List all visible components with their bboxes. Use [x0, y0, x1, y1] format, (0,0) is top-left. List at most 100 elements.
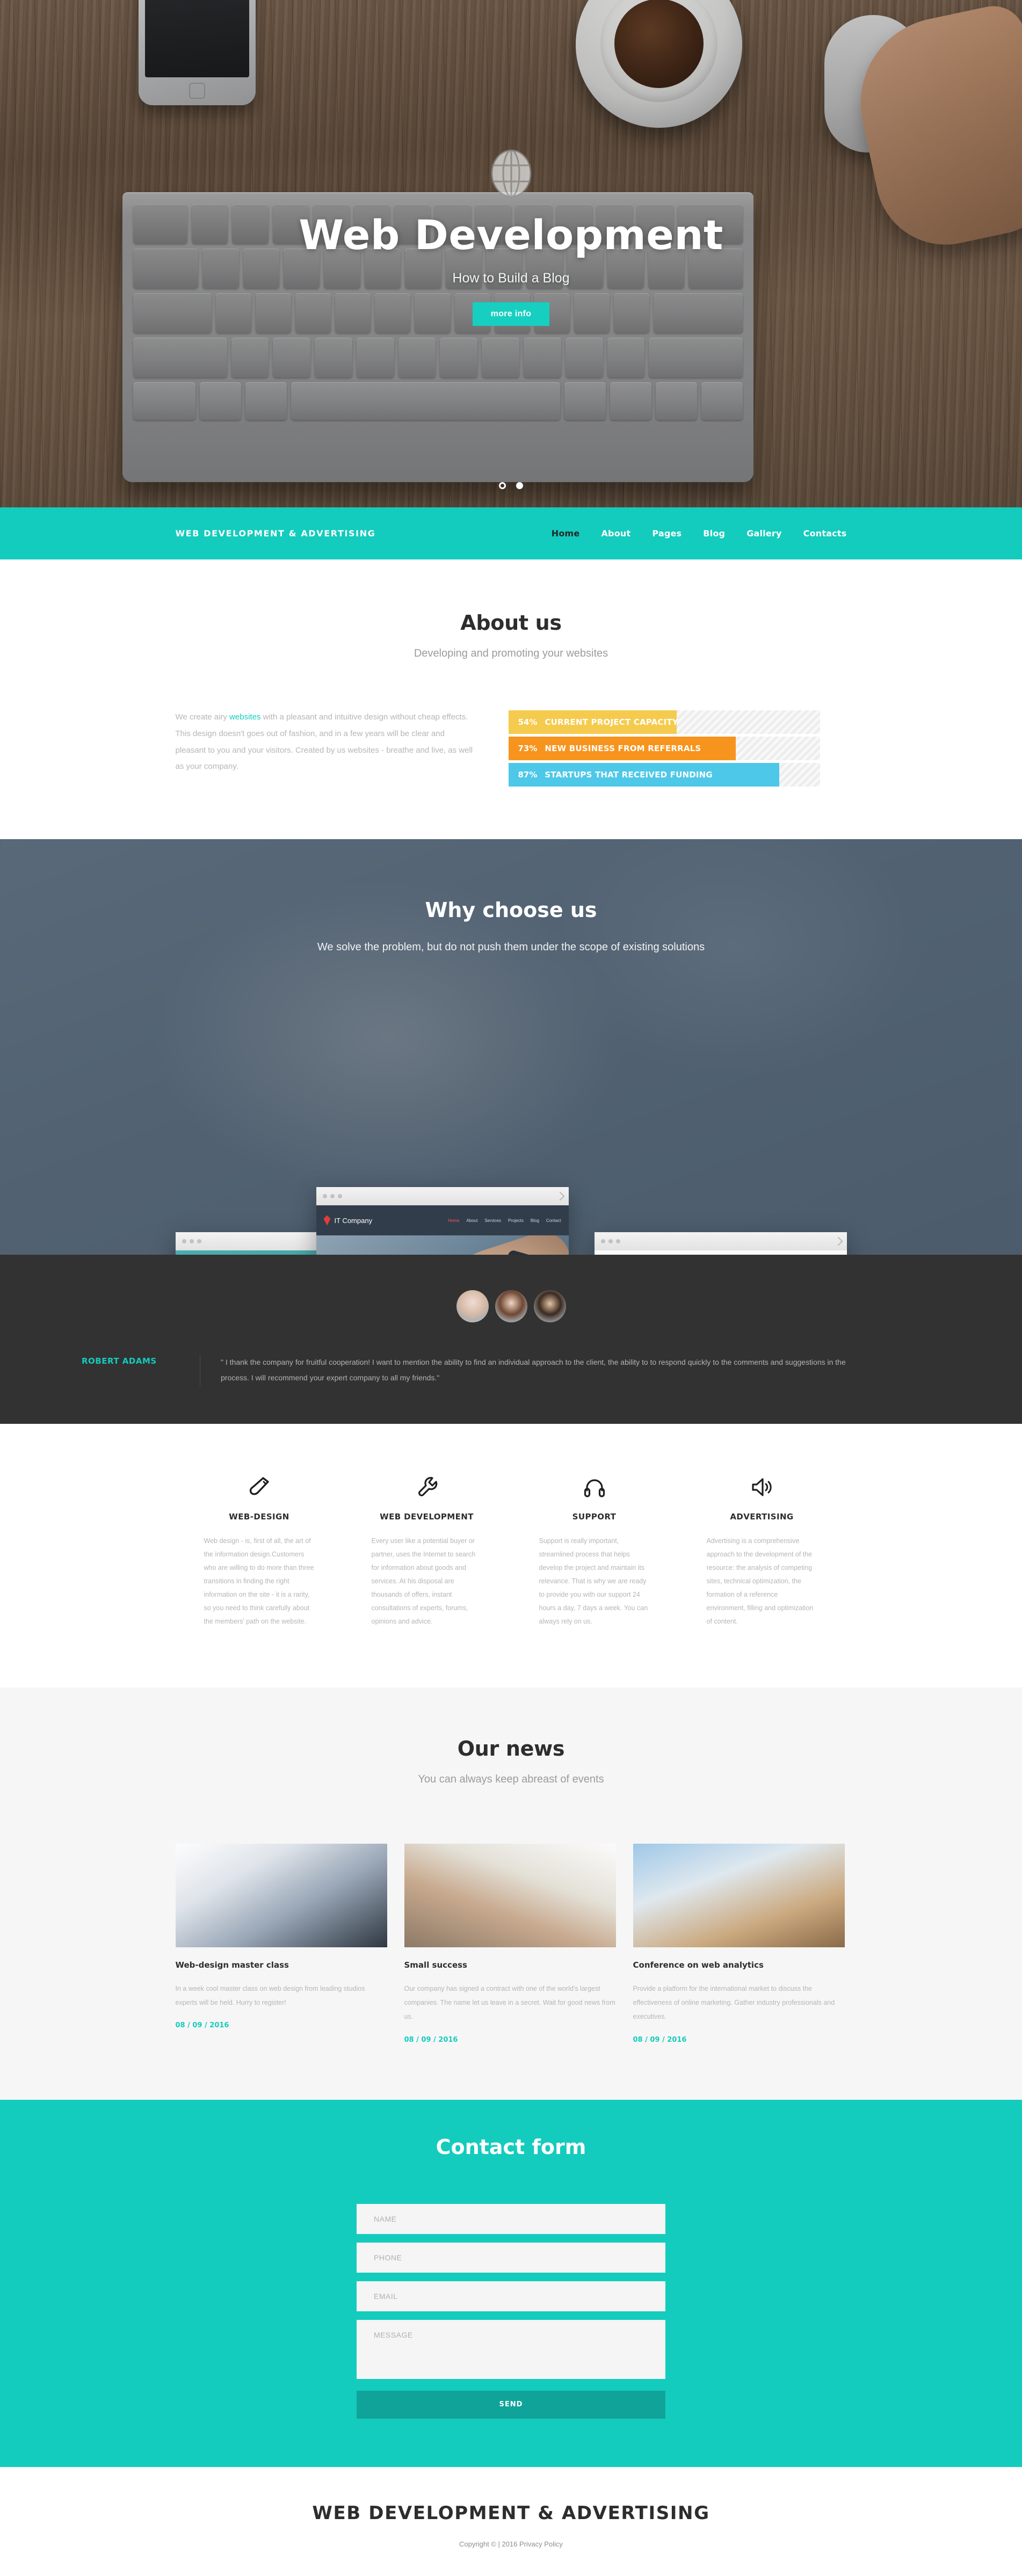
paint-brush-icon	[176, 1462, 343, 1512]
news-card-title[interactable]: Small success	[404, 1960, 616, 1970]
why-head: Why choose us We solve the problem, but …	[0, 839, 1022, 954]
nav-item-blog[interactable]: Blog	[703, 528, 725, 539]
service-title: WEB DEVELOPMENT	[380, 1511, 474, 1522]
testimonial-text: " I thank the company for fruitful coope…	[200, 1355, 855, 1386]
speaker-icon	[678, 1462, 846, 1512]
news-grid: Web-design master class In a week cool m…	[175, 1843, 847, 2044]
copyright-text: Copyright © | 2016	[459, 2539, 520, 2548]
hero-title: Web Development	[299, 211, 723, 259]
mockup-menu-home[interactable]: Home	[448, 1218, 459, 1223]
news-card-text: Our company has signed a contract with o…	[404, 1984, 615, 2021]
nav-item-about[interactable]: About	[601, 528, 630, 539]
mockup-center-logo: IT Company	[323, 1215, 372, 1226]
progress-bar-referrals: 73% NEW BUSINESS FROM REFERRALS	[508, 737, 820, 760]
nav-item-contacts[interactable]: Contacts	[803, 528, 847, 539]
news-card[interactable]: Web-design master class In a week cool m…	[175, 1843, 387, 2044]
privacy-policy-link[interactable]: Privacy Policy	[519, 2540, 563, 2548]
slider-dot-1[interactable]	[499, 482, 506, 489]
slider-dot-2[interactable]	[516, 482, 523, 489]
browser-titlebar	[594, 1232, 847, 1250]
contact-title: Contact form	[436, 2135, 586, 2159]
about-paragraph: We create airy websites with a pleasant …	[176, 709, 476, 787]
mockup-menu-contact[interactable]: Contact	[546, 1218, 561, 1223]
testimonial-avatars	[0, 1290, 1022, 1322]
nav-item-pages[interactable]: Pages	[652, 528, 682, 539]
more-info-button[interactable]: more info	[472, 302, 550, 326]
browser-titlebar	[316, 1187, 569, 1205]
testimonial-quote-row: ROBERT ADAMS " I thank the company for f…	[0, 1355, 1022, 1386]
nav-item-gallery[interactable]: Gallery	[746, 528, 781, 539]
service-card-support[interactable]: SUPPORT Support is really important, str…	[511, 1462, 678, 1628]
service-title: WEB-DESIGN	[229, 1511, 289, 1522]
about-grid: We create airy websites with a pleasant …	[176, 709, 847, 787]
diamond-logo-icon	[323, 1215, 331, 1226]
progress-label: CURRENT PROJECT CAPACITY	[545, 717, 678, 727]
browser-mockup-center[interactable]: IT Company Home About Services Projects …	[316, 1187, 569, 1255]
why-subtitle: We solve the problem, but do not push th…	[317, 941, 705, 953]
avatar-young-man[interactable]	[533, 1290, 566, 1322]
site-logo[interactable]: WEB DEVELOPMENT & ADVERTISING	[176, 528, 376, 539]
service-card-web-design[interactable]: WEB-DESIGN Web design - is, first of all…	[176, 1462, 343, 1628]
browser-mockup-right[interactable]: WHAT WE OFFER Lorem ipsum dolor sit amet…	[594, 1232, 847, 1255]
wrench-icon	[343, 1462, 511, 1512]
service-card-web-development[interactable]: WEB DEVELOPMENT Every user like a potent…	[343, 1462, 511, 1628]
hero-content: Web Development How to Build a Blog more…	[0, 149, 1022, 326]
progress-bar-capacity: 54% CURRENT PROJECT CAPACITY	[508, 710, 820, 734]
avatar-woman[interactable]	[495, 1290, 527, 1322]
headphones-icon	[511, 1462, 678, 1512]
mockup-menu-about[interactable]: About	[466, 1218, 477, 1223]
main-navigation: WEB DEVELOPMENT & ADVERTISING Home About…	[0, 507, 1022, 559]
why-title: Why choose us	[425, 898, 597, 922]
news-image[interactable]	[175, 1843, 387, 1947]
contact-section: Contact form SEND	[0, 2099, 1022, 2467]
send-button[interactable]: SEND	[357, 2390, 665, 2419]
about-subtitle: Developing and promoting your websites	[414, 647, 608, 659]
service-text: Advertising is a comprehensive approach …	[706, 1537, 814, 1625]
contact-form: SEND	[357, 2203, 665, 2419]
mockup-center-nav: IT Company Home About Services Projects …	[316, 1205, 569, 1235]
news-card-date: 08 / 09 / 2016	[633, 2035, 687, 2044]
email-input[interactable]	[357, 2281, 665, 2311]
news-card[interactable]: Small success Our company has signed a c…	[404, 1843, 616, 2044]
service-title: ADVERTISING	[730, 1511, 794, 1522]
landing-page: Web Development How to Build a Blog more…	[0, 0, 1022, 2576]
service-text: Support is really important, streamlined…	[539, 1537, 648, 1625]
news-image[interactable]	[633, 1843, 845, 1947]
nav-item-home[interactable]: Home	[552, 528, 580, 539]
news-subtitle: You can always keep abreast of events	[418, 1773, 604, 1785]
news-card-date: 08 / 09 / 2016	[404, 2035, 458, 2044]
why-choose-us-section: Why choose us We solve the problem, but …	[0, 839, 1022, 1255]
message-input[interactable]	[357, 2319, 665, 2379]
progress-label: NEW BUSINESS FROM REFERRALS	[545, 744, 701, 753]
news-card-title[interactable]: Conference on web analytics	[633, 1960, 845, 1970]
phone-input[interactable]	[357, 2242, 665, 2273]
slider-dots	[0, 482, 1022, 489]
mockup-menu-services[interactable]: Services	[484, 1218, 501, 1223]
mockup-right-title: WHAT WE OFFER	[595, 1250, 847, 1255]
progress-bar-funding: 87% STARTUPS THAT RECEIVED FUNDING	[508, 763, 820, 787]
testimonial-author: ROBERT ADAMS	[82, 1356, 157, 1366]
mockup-center-hero: WE WILL SHOW YOU THE WAY TO SUCCESS! Vie…	[316, 1235, 569, 1255]
news-card[interactable]: Conference on web analytics Provide a pl…	[633, 1843, 845, 2044]
progress-percent: 54%	[518, 717, 538, 727]
footer-brand: WEB DEVELOPMENT & ADVERTISING	[312, 2502, 710, 2524]
name-input[interactable]	[357, 2203, 665, 2234]
service-card-advertising[interactable]: ADVERTISING Advertising is a comprehensi…	[678, 1462, 846, 1628]
mockup-right-body: WHAT WE OFFER Lorem ipsum dolor sit amet…	[594, 1250, 847, 1255]
about-paragraph-pre: We create airy	[175, 712, 230, 722]
progress-percent: 73%	[518, 744, 538, 753]
hero-subtitle: How to Build a Blog	[452, 270, 570, 286]
news-section: Our news You can always keep abreast of …	[0, 1687, 1022, 2100]
mockup-center-menu: Home About Services Projects Blog Contac…	[448, 1218, 561, 1223]
news-card-title[interactable]: Web-design master class	[176, 1960, 387, 1970]
avatar-older-man[interactable]	[456, 1290, 489, 1322]
hero-slider: Web Development How to Build a Blog more…	[0, 0, 1022, 507]
websites-link[interactable]: websites	[229, 712, 260, 722]
services-section: WEB-DESIGN Web design - is, first of all…	[0, 1423, 1022, 1687]
mockup-menu-projects[interactable]: Projects	[508, 1218, 524, 1223]
news-card-text: Provide a platform for the international…	[633, 1984, 835, 2021]
mockup-menu-blog[interactable]: Blog	[531, 1218, 539, 1223]
services-wrap: WEB-DESIGN Web design - is, first of all…	[176, 1462, 847, 1628]
news-image[interactable]	[404, 1843, 616, 1947]
progress-label: STARTUPS THAT RECEIVED FUNDING	[545, 770, 713, 780]
